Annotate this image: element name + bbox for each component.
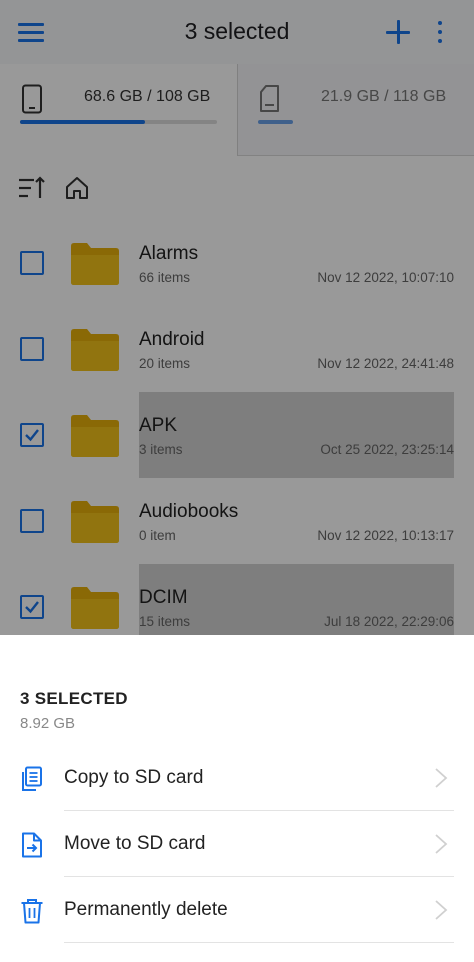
chevron-right-icon (435, 834, 448, 854)
move-file-icon (22, 832, 42, 858)
selection-bottom-sheet: 3 SELECTED 8.92 GB Copy to SD card Move … (0, 635, 474, 962)
modal-scrim[interactable] (0, 0, 474, 635)
selection-size: 8.92 GB (20, 715, 76, 732)
chevron-right-icon (435, 900, 448, 920)
action-label: Permanently delete (64, 899, 228, 920)
divider (64, 942, 454, 943)
permanently-delete-button[interactable]: Permanently delete (0, 877, 474, 943)
action-label: Move to SD card (64, 833, 206, 854)
action-label: Copy to SD card (64, 767, 204, 788)
sheet-title: 3 SELECTED (20, 689, 128, 708)
chevron-right-icon (435, 768, 448, 788)
trash-icon (21, 899, 43, 924)
copy-icon (22, 766, 42, 791)
copy-to-sd-button[interactable]: Copy to SD card (0, 745, 474, 811)
move-to-sd-button[interactable]: Move to SD card (0, 811, 474, 877)
